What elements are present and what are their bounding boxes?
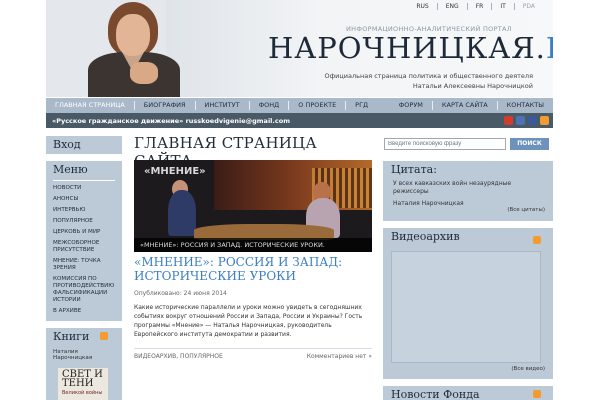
books-rss-icon[interactable] [100, 332, 108, 340]
search-input[interactable] [384, 138, 506, 150]
fund-news-box: Новости Фонда [383, 386, 553, 400]
language-switcher: RUS ENG FR IT PDA [408, 3, 543, 10]
books-author: Наталия Нарочницкая [53, 349, 93, 361]
menu-item-popular[interactable]: ПОПУЛЯРНОЕ [53, 218, 115, 225]
all-videos-link[interactable]: (Все видео) [511, 366, 545, 372]
next-article-title[interactable]: … [134, 392, 145, 400]
books-box: Книги Наталия Нарочницкая СВЕТ И ТЕНИ Ве… [46, 328, 122, 400]
login-title[interactable]: Вход [46, 136, 122, 153]
nav-item-contacts[interactable]: КОНТАКТЫ [498, 101, 553, 110]
nav-item-home[interactable]: ГЛАВНАЯ СТРАНИЦА [46, 101, 135, 110]
nav-item-forum[interactable]: ФОРУМ [390, 101, 433, 110]
lang-rus-link[interactable]: RUS [408, 3, 436, 10]
fund-news-title[interactable]: Новости Фонда [383, 386, 553, 400]
book-cover-subtitle: Великой войны [62, 390, 103, 396]
lang-pda-link[interactable]: PDA [513, 3, 543, 10]
article-photo[interactable]: «МНЕНИЕ» «МНЕНИЕ»: РОССИЯ И ЗАПАД. ИСТОР… [134, 160, 372, 252]
article-excerpt: Какие исторические параллели и уроки мож… [134, 304, 363, 338]
menu-box: Меню НОВОСТИ АНОНСЫ ИНТЕРВЬЮ ПОПУЛЯРНОЕ … [46, 161, 122, 321]
nav-item-sitemap[interactable]: КАРТА САЙТА [433, 101, 498, 110]
photo-caption: «МНЕНИЕ»: РОССИЯ И ЗАПАД. ИСТОРИЧЕСКИЕ У… [134, 238, 372, 252]
photo-host [168, 190, 196, 236]
menu-item-announcements[interactable]: АНОНСЫ [53, 196, 115, 203]
menu-item-intercouncil[interactable]: МЕЖСОБОРНОЕ ПРИСУТСТВИЕ [53, 240, 115, 254]
site-title[interactable]: НАРОЧНИЦКАЯ.РУ [268, 31, 553, 65]
announcement-band: «Русское гражданское движение» russkoedv… [46, 113, 553, 128]
menu-title: Меню [53, 163, 88, 176]
menu-item-church[interactable]: ЦЕРКОВЬ И МИР [53, 229, 115, 236]
nav-item-biography[interactable]: БИОГРАФИЯ [135, 101, 196, 110]
article-comments-link[interactable]: Комментариев нет » [307, 353, 372, 360]
nav-item-about[interactable]: О ПРОЕКТЕ [289, 101, 347, 110]
lang-fr-link[interactable]: FR [466, 3, 492, 10]
site-title-main: НАРОЧНИЦКАЯ. [268, 31, 546, 65]
book-cover-title: СВЕТ И ТЕНИ [62, 369, 103, 389]
vk-icon[interactable] [516, 116, 525, 125]
nav-item-institute[interactable]: ИНСТИТУТ [196, 101, 250, 110]
search-button[interactable]: ПОИСК [510, 138, 549, 150]
main-content: ГЛАВНАЯ СТРАНИЦА САЙТА «МНЕНИЕ» «МНЕНИЕ»… [134, 134, 372, 400]
portrait-face [116, 14, 150, 56]
site-subtitle-line1: Официальная страница политика и обществе… [324, 72, 533, 80]
books-title[interactable]: Книги [46, 328, 122, 345]
site-header: RUS ENG FR IT PDA ИНФОРМАЦИОННО-АНАЛИТИЧ… [46, 0, 553, 97]
header-portrait-image [78, 0, 198, 97]
video-archive-box: Видеоархив (Все видео) [383, 228, 553, 379]
main-nav: ГЛАВНАЯ СТРАНИЦА БИОГРАФИЯ ИНСТИТУТ ФОНД… [46, 98, 553, 113]
nav-item-fund[interactable]: ФОНД [250, 101, 290, 110]
article-published-date: Опубликовано: 24 июня 2014 [134, 290, 227, 297]
photo-show-logo: «МНЕНИЕ» [144, 166, 206, 177]
facebook-icon[interactable] [528, 116, 537, 125]
login-box[interactable]: Вход [46, 136, 122, 154]
portrait-hand [130, 62, 158, 84]
news-rss-icon[interactable] [533, 390, 541, 398]
video-rss-icon[interactable] [533, 236, 541, 244]
book-cover-image[interactable]: СВЕТ И ТЕНИ Великой войны [58, 368, 108, 400]
announcement-text[interactable]: «Русское гражданское движение» russkoedv… [52, 117, 290, 125]
video-archive-title[interactable]: Видеоархив [383, 228, 553, 245]
video-player-frame[interactable] [391, 251, 541, 363]
site-title-domain: РУ [546, 31, 553, 65]
lang-eng-link[interactable]: ENG [436, 3, 467, 10]
menu-item-news[interactable]: НОВОСТИ [53, 185, 115, 192]
quote-title: Цитата: [391, 163, 437, 176]
menu-item-interview[interactable]: ИНТЕРВЬЮ [53, 207, 115, 214]
article-divider [134, 348, 372, 349]
quote-text: У всех кавказских войн незаурядные режис… [393, 180, 512, 195]
menu-item-archive[interactable]: В АРХИВЕ [53, 308, 115, 315]
menu-item-opinion[interactable]: МНЕНИЕ: ТОЧКА ЗРЕНИЯ [53, 258, 115, 272]
menu-item-commission[interactable]: КОМИССИЯ ПО ПРОТИВОДЕЙСТВИЮ ФАЛЬСИФИКАЦИ… [53, 276, 115, 304]
quote-box: Цитата: У всех кавказских войн незаурядн… [383, 161, 553, 221]
article-categories[interactable]: ВИДЕОАРХИВ, ПОПУЛЯРНОЕ [134, 353, 223, 360]
social-links [504, 116, 549, 125]
article-title-link[interactable]: «МНЕНИЕ»: РОССИЯ И ЗАПАД: ИСТОРИЧЕСКИЕ У… [134, 255, 372, 283]
lang-it-link[interactable]: IT [491, 3, 513, 10]
nav-item-rgd[interactable]: РГД [346, 101, 377, 110]
menu-list: НОВОСТИ АНОНСЫ ИНТЕРВЬЮ ПОПУЛЯРНОЕ ЦЕРКО… [46, 181, 122, 315]
site-subtitle-line2: Натальи Алексеевны Нарочницкой [412, 82, 533, 90]
rss-icon[interactable] [540, 116, 549, 125]
all-quotes-link[interactable]: (Все цитаты) [507, 207, 545, 213]
youtube-icon[interactable] [504, 116, 513, 125]
